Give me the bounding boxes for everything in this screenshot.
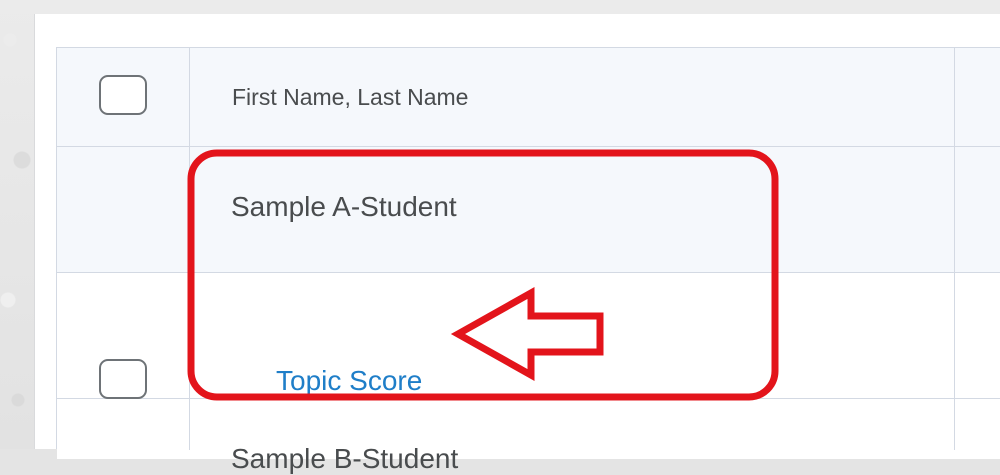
table-header-row: First Name, Last Name: [57, 48, 1000, 147]
grades-table: First Name, Last Name Sample A-Student T…: [56, 47, 1000, 474]
column-header-name[interactable]: First Name, Last Name: [232, 84, 468, 111]
column-divider: [954, 48, 955, 450]
student-name: Sample B-Student: [231, 443, 459, 474]
row-select-checkbox[interactable]: [99, 359, 147, 399]
topic-score-link[interactable]: Topic Score: [276, 365, 422, 397]
select-all-checkbox[interactable]: [99, 75, 147, 115]
table-row: Topic Score: [57, 273, 1000, 399]
table-row: Sample A-Student: [57, 147, 1000, 273]
grades-panel: First Name, Last Name Sample A-Student T…: [34, 14, 1000, 474]
table-row: Sample B-Student: [57, 399, 1000, 474]
student-name: Sample A-Student: [231, 191, 457, 222]
column-divider: [189, 48, 190, 450]
